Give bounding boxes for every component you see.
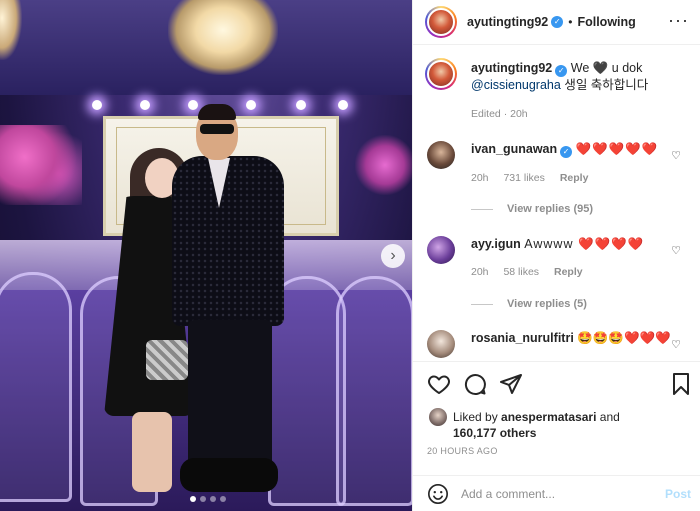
sunglasses xyxy=(200,124,234,134)
verified-badge-icon: ✓ xyxy=(560,146,573,158)
avatar[interactable] xyxy=(425,58,457,90)
comment-bubble-icon[interactable] xyxy=(463,372,487,396)
heart-outline-icon[interactable]: ♡ xyxy=(671,244,681,257)
liked-by-count[interactable]: 160,177 others xyxy=(453,426,536,440)
post-comment-button[interactable]: Post xyxy=(665,487,691,501)
comment-username[interactable]: ivan_gunawan xyxy=(471,142,557,156)
comment-username[interactable]: rosania_nurulfitri xyxy=(471,331,574,345)
caption-mention[interactable]: @cissienugraha xyxy=(471,78,561,92)
caption-username[interactable]: ayutingting92 xyxy=(471,61,552,75)
spotlight xyxy=(296,100,306,110)
verified-badge-icon: ✓ xyxy=(551,16,564,28)
caption-korean: 생일 축하합니다 xyxy=(564,78,649,92)
comment-text: 🤩🤩🤩❤️❤️❤️ xyxy=(577,331,671,345)
spotlight xyxy=(140,100,150,110)
handbag xyxy=(146,340,188,380)
carousel-dot xyxy=(210,496,216,502)
view-replies-label: View replies (95) xyxy=(507,203,594,215)
verified-badge-icon: ✓ xyxy=(555,65,568,77)
comment-likes[interactable]: 731 likes xyxy=(503,172,544,184)
reply-button[interactable]: Reply xyxy=(554,266,583,278)
spotlight xyxy=(92,100,102,110)
avatar[interactable] xyxy=(427,141,455,169)
following-button[interactable]: Following xyxy=(577,15,635,29)
divider-line xyxy=(471,208,493,210)
divider-line xyxy=(471,303,493,305)
liked-by-user[interactable]: anespermatasari xyxy=(501,410,596,424)
avatar[interactable] xyxy=(427,330,455,358)
acrylic-chair xyxy=(0,272,72,502)
woman-figure xyxy=(132,412,172,492)
spotlight xyxy=(246,100,256,110)
paper-plane-icon[interactable] xyxy=(499,372,523,396)
comment-text: ❤️❤️❤️❤️❤️ xyxy=(575,142,659,156)
comment-time: 20h xyxy=(471,266,489,278)
acrylic-chair xyxy=(336,276,412,506)
comment-time: 20h xyxy=(471,172,489,184)
avatar[interactable] xyxy=(427,236,455,264)
add-comment-input[interactable] xyxy=(461,484,651,504)
avatar[interactable] xyxy=(429,408,447,426)
comments-list[interactable]: ayutingting92 ✓ We 🖤 u dok @cissienugraha… xyxy=(413,46,700,360)
post-header: ayutingting92 ✓ • Following ··· xyxy=(413,0,700,45)
avatar[interactable] xyxy=(425,6,457,38)
carousel-dot xyxy=(190,496,196,502)
add-comment-bar: Post xyxy=(413,475,700,511)
reply-button[interactable]: Reply xyxy=(560,172,589,184)
flower-arrangement xyxy=(0,125,82,205)
view-replies-label: View replies (5) xyxy=(507,298,587,310)
heart-outline-icon[interactable] xyxy=(427,372,451,396)
separator-dot: • xyxy=(568,15,573,29)
carousel-dots xyxy=(190,496,226,502)
post-side-panel: ayutingting92 ✓ • Following ··· ayutingt… xyxy=(412,0,700,511)
chevron-right-icon: › xyxy=(390,247,396,264)
man-figure xyxy=(198,104,236,120)
man-figure xyxy=(172,156,284,326)
action-bar xyxy=(413,361,700,405)
bookmark-icon[interactable] xyxy=(669,372,693,396)
heart-outline-icon[interactable]: ♡ xyxy=(671,149,681,162)
spotlight xyxy=(188,100,198,110)
next-slide-button[interactable]: › xyxy=(381,244,405,268)
caption-meta: Edited · 20h xyxy=(471,108,528,120)
more-options-icon[interactable]: ··· xyxy=(668,10,689,31)
man-figure xyxy=(180,458,278,492)
caption-text: We 🖤 u dok xyxy=(570,61,643,75)
post-username[interactable]: ayutingting92 xyxy=(467,15,548,29)
heart-outline-icon[interactable]: ♡ xyxy=(671,338,681,351)
comment-username[interactable]: ayy.igun xyxy=(471,237,521,251)
liked-by-and: and xyxy=(599,410,620,424)
smiley-face-icon[interactable] xyxy=(427,483,449,505)
man-figure xyxy=(188,320,272,470)
comment-likes[interactable]: 58 likes xyxy=(503,266,539,278)
chandelier-left xyxy=(0,0,22,60)
post-timestamp: 20 HOURS AGO xyxy=(427,446,498,456)
liked-by-prefix: Liked by xyxy=(453,410,498,424)
flower-arrangement xyxy=(355,135,412,195)
carousel-dot xyxy=(200,496,206,502)
chandelier xyxy=(168,0,278,75)
view-replies-button[interactable]: View replies (5) xyxy=(471,298,587,310)
spotlight xyxy=(338,100,348,110)
view-replies-button[interactable]: View replies (95) xyxy=(471,203,593,215)
carousel-dot xyxy=(220,496,226,502)
post-photo[interactable]: › xyxy=(0,0,412,511)
comment-text: Awwww ❤️❤️❤️❤️ xyxy=(524,237,645,251)
